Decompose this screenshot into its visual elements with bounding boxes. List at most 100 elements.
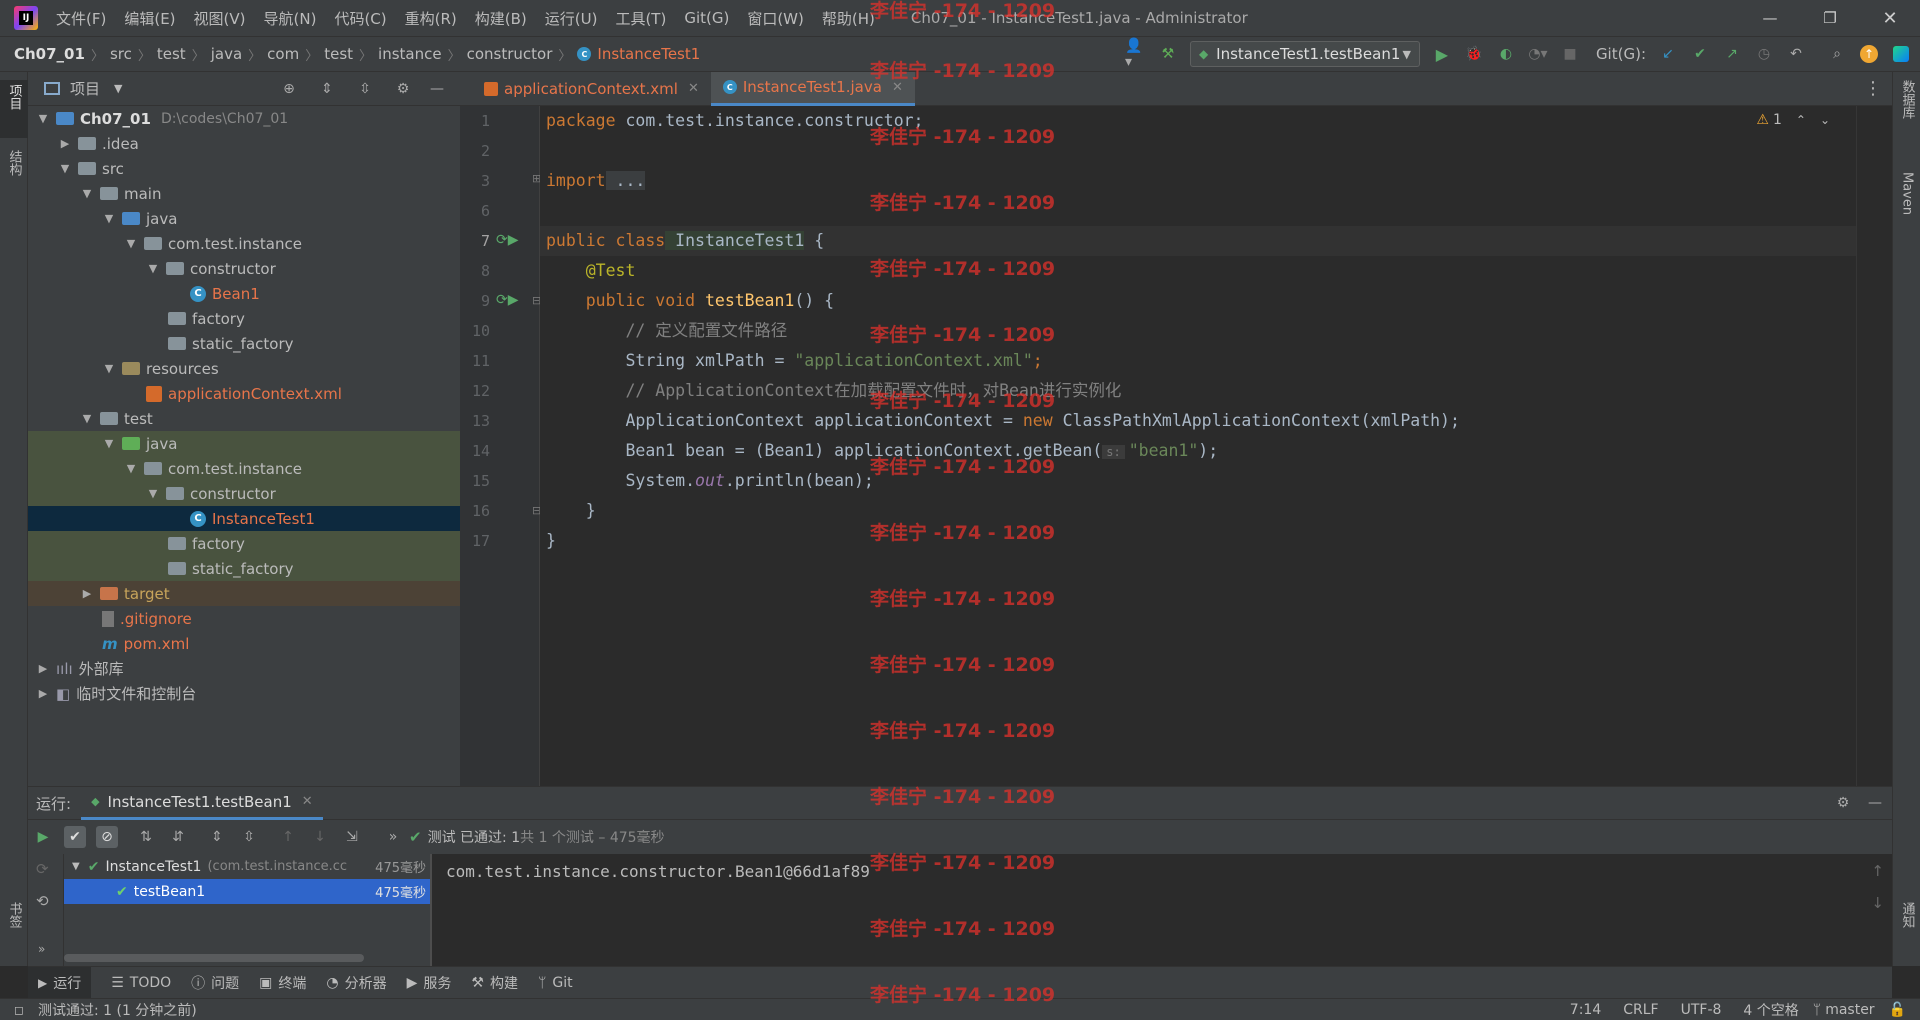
tool-todo[interactable]: ☰ TODO [111,975,171,991]
lock-icon[interactable]: 🔓 [1889,1002,1906,1018]
breadcrumb-item[interactable]: java [211,45,242,63]
expand-all-icon[interactable]: ⇕ [206,826,228,848]
tree-node-java[interactable]: ▼ java [28,206,460,231]
tree-node-src[interactable]: ▼ src [28,156,460,181]
stop-icon[interactable]: ■ [1559,43,1581,65]
tree-node-main[interactable]: ▼ main [28,181,460,206]
menu-window[interactable]: 窗口(W) [747,8,804,29]
gear-icon[interactable]: ⚙ [1832,792,1854,814]
more-icon[interactable]: » [38,942,45,956]
run-icon[interactable]: ▶ [1431,43,1453,65]
tree-node-pom[interactable]: m pom.xml [28,631,460,656]
tree-node-xml-file[interactable]: applicationContext.xml [28,381,460,406]
tree-node-external-libs[interactable]: ▶ ıılı 外部库 [28,656,460,681]
chevron-down-icon[interactable]: ▼ [114,82,122,95]
menu-run[interactable]: 运行(U) [545,8,598,29]
breadcrumb-item[interactable]: src [110,45,132,63]
close-tab-icon[interactable]: ✕ [688,81,699,96]
tab-instance-test1-java[interactable]: C InstanceTest1.java ✕ [710,71,915,106]
breadcrumb-item[interactable]: constructor [467,45,553,63]
plugin-icon[interactable] [1890,43,1912,65]
tree-node-package[interactable]: static_factory [28,331,460,356]
history-icon[interactable]: ◷ [1753,43,1775,65]
tool-terminal[interactable]: ▣ 终端 [259,973,306,993]
code-editor[interactable]: package com.test.instance.constructor; i… [540,106,1870,786]
run-tab[interactable]: ◆ InstanceTest1.testBean1 ✕ [81,787,323,820]
breadcrumb-item[interactable]: InstanceTest1 [597,45,700,63]
import-tests-icon[interactable]: ⇲ [341,826,363,848]
hide-panel-icon[interactable]: — [426,78,448,100]
git-update-icon[interactable]: ↙ [1657,43,1679,65]
breadcrumb-item[interactable]: com [267,45,299,63]
update-icon[interactable]: ↑ [1858,43,1880,65]
tool-run[interactable]: ▶ 运行 [28,967,92,998]
locate-icon[interactable]: ⊕ [278,78,300,100]
close-tab-icon[interactable]: ✕ [892,80,903,95]
run-test-gutter-icon[interactable]: ⟳▶ [496,232,519,248]
sort-alpha-icon[interactable]: ⇅ [135,826,157,848]
test-suite-row[interactable]: ▼ ✔ InstanceTest1 (com.test.instance.cc … [64,854,430,879]
menu-refactor[interactable]: 重构(R) [405,8,457,29]
console-output[interactable]: com.test.instance.constructor.Bean1@66d1… [430,854,1884,966]
search-icon[interactable]: ⌕ [1826,43,1848,65]
more-options-icon[interactable]: ⋮ [1864,78,1882,99]
menu-build[interactable]: 构建(B) [475,8,527,29]
inspection-widget[interactable]: ⚠ 1 ⌃ ⌄ [1756,112,1830,128]
scroll-up-icon[interactable]: ↑ [1871,862,1884,880]
show-passed-icon[interactable]: ✔ [64,826,86,848]
tree-node-package[interactable]: ▼ com.test.instance [28,231,460,256]
rerun-failed-icon[interactable]: ⟳ [36,860,49,878]
structure-tool-button[interactable]: 结构 [0,150,28,208]
notifications-tool-button[interactable]: 通知 [1893,902,1920,960]
menu-view[interactable]: 视图(V) [194,8,246,29]
close-window-icon[interactable]: ✕ [1860,0,1920,36]
tree-node-package[interactable]: factory [28,306,460,331]
toggle-tool-windows-icon[interactable]: ◻ [14,1003,24,1017]
tool-build[interactable]: ⚒ 构建 [471,973,518,993]
next-failed-icon[interactable]: ↓ [309,826,331,848]
chevron-up-icon[interactable]: ⌃ [1796,113,1806,127]
tree-node-project-root[interactable]: ▼ Ch07_01 D:\codes\Ch07_01 [28,106,460,131]
horizontal-scrollbar[interactable] [64,954,364,962]
collapse-all-icon[interactable]: ⇳ [238,826,260,848]
more-icon[interactable]: » [382,826,404,848]
chevron-down-icon[interactable]: ⌄ [1820,113,1830,127]
menu-git[interactable]: Git(G) [684,9,729,27]
sort-duration-icon[interactable]: ⇵ [167,826,189,848]
breadcrumb-item[interactable]: test [157,45,186,63]
menu-navigate[interactable]: 导航(N) [264,8,317,29]
profile-icon[interactable]: ◔▾ [1527,43,1549,65]
tree-node-class-selected[interactable]: C InstanceTest1 [28,506,460,531]
tree-node-scratches[interactable]: ▶ ◧ 临时文件和控制台 [28,681,460,706]
breadcrumb-item[interactable]: Ch07_01 [14,45,85,63]
run-test-gutter-icon[interactable]: ⟳▶ [496,292,519,308]
show-ignored-icon[interactable]: ⊘ [96,826,118,848]
git-push-icon[interactable]: ↗ [1721,43,1743,65]
collapse-all-icon[interactable]: ⇳ [354,78,376,100]
breadcrumb-item[interactable]: test [324,45,353,63]
project-panel-title[interactable]: 项目 [70,78,100,99]
build-hammer-icon[interactable]: ⚒ [1157,43,1179,65]
test-case-row[interactable]: ✔ testBean1 475毫秒 [64,879,430,904]
scroll-down-icon[interactable]: ↓ [1871,894,1884,912]
rerun-icon[interactable]: ▶ [32,826,54,848]
line-separator[interactable]: CRLF [1623,1002,1658,1018]
coverage-icon[interactable]: ◐ [1495,43,1517,65]
menu-file[interactable]: 文件(F) [56,8,106,29]
tool-services[interactable]: ▶ 服务 [407,973,452,993]
tree-node-idea[interactable]: ▶ .idea [28,131,460,156]
tab-application-context-xml[interactable]: applicationContext.xml ✕ [472,72,711,106]
tree-node-class[interactable]: C Bean1 [28,281,460,306]
tree-node-package[interactable]: static_factory [28,556,460,581]
maven-tool-button[interactable]: Maven [1893,172,1920,242]
minimize-icon[interactable]: — [1740,0,1800,36]
tree-node-test[interactable]: ▼ test [28,406,460,431]
tree-node-gitignore[interactable]: .gitignore [28,606,460,631]
tool-profiler[interactable]: ◔ 分析器 [326,973,386,993]
database-tool-button[interactable]: 数据库 [1893,80,1920,150]
previous-failed-icon[interactable]: ↑ [277,826,299,848]
run-config-select[interactable]: ◆ InstanceTest1.testBean1 ▼ [1189,41,1420,67]
tree-node-target[interactable]: ▶ target [28,581,460,606]
tree-node-package[interactable]: ▼ constructor [28,256,460,281]
tree-node-package[interactable]: factory [28,531,460,556]
